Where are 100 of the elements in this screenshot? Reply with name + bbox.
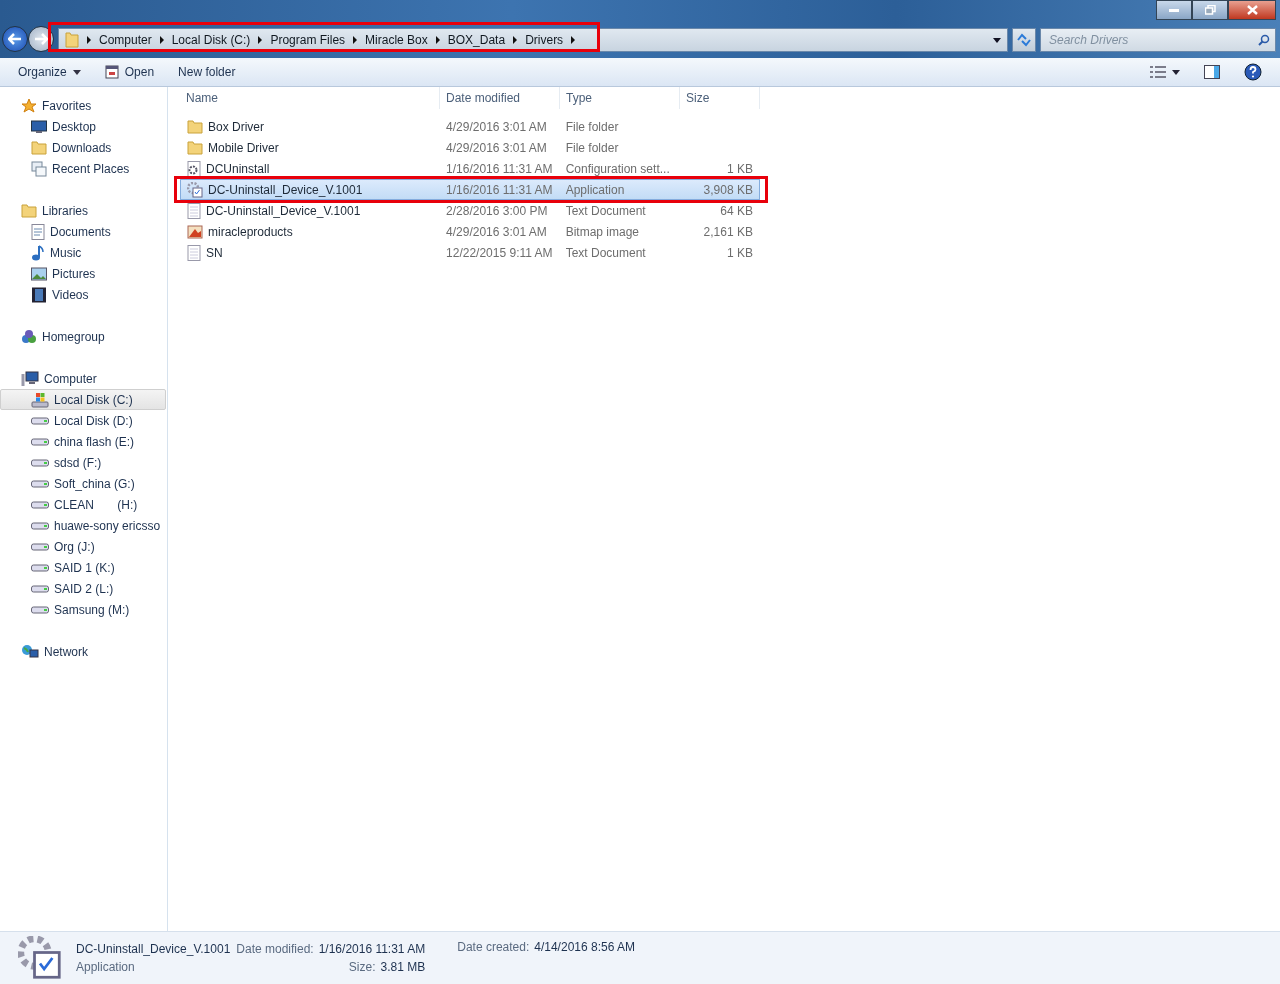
file-row[interactable]: Mobile Driver 4/29/2016 3:01 AM File folder bbox=[180, 137, 760, 158]
sidebar-item[interactable]: china flash (E:) bbox=[0, 431, 166, 452]
dropdown-icon[interactable] bbox=[993, 37, 1001, 43]
file-name: DCUninstall bbox=[181, 160, 441, 177]
file-name: miracleproducts bbox=[181, 223, 441, 240]
file-row[interactable]: DC-Uninstall_Device_V.1001 1/16/2016 11:31 AM Application 3,908 KB bbox=[180, 179, 760, 200]
field-value: 4/14/2016 8:56 AM bbox=[534, 940, 635, 954]
sidebar-item[interactable]: Documents bbox=[0, 221, 166, 242]
type-cell-text: Application bbox=[564, 182, 626, 197]
file-row[interactable]: Box Driver 4/29/2016 3:01 AM File folder bbox=[180, 116, 760, 137]
field-label: Date modified: bbox=[236, 942, 314, 956]
monitor-icon bbox=[31, 119, 47, 134]
breadcrumb-item[interactable]: Drivers bbox=[525, 33, 564, 47]
column-header[interactable]: Name bbox=[180, 87, 440, 109]
breadcrumb-item[interactable]: Local Disk (C:) bbox=[171, 33, 251, 47]
file-row[interactable]: miracleproducts 4/29/2016 3:01 AM Bitmap image 2,161 KB bbox=[180, 221, 760, 242]
date-cell-text: 4/29/2016 3:01 AM bbox=[445, 224, 548, 239]
music-note-icon bbox=[31, 244, 45, 261]
sidebar-item[interactable]: Music bbox=[0, 242, 166, 263]
folder-icon bbox=[187, 119, 203, 134]
file-name: SN bbox=[181, 244, 441, 261]
drive-icon bbox=[31, 521, 49, 530]
minimize-button[interactable] bbox=[1156, 0, 1192, 20]
sidebar-item[interactable]: Videos bbox=[0, 284, 166, 305]
address-bar[interactable]: Computer Local Disk (C:) Program Files Miracle Box BOX_Data Drivers bbox=[58, 28, 1008, 52]
drive-icon bbox=[31, 416, 49, 425]
restore-icon bbox=[1204, 5, 1216, 15]
text-file-icon bbox=[187, 244, 201, 261]
drive-icon bbox=[31, 584, 49, 593]
landscape-icon bbox=[31, 266, 47, 281]
sidebar-item[interactable]: Pictures bbox=[0, 263, 166, 284]
size-cell-text: 2,161 KB bbox=[702, 224, 754, 239]
column-header[interactable]: Size bbox=[680, 87, 760, 109]
right-arrow-icon bbox=[34, 33, 48, 45]
sidebar-item[interactable]: Desktop bbox=[0, 116, 166, 137]
sidebar-group[interactable]: Homegroup bbox=[0, 326, 166, 347]
restore-button[interactable] bbox=[1192, 0, 1228, 20]
drive-icon bbox=[31, 500, 49, 509]
sidebar-item[interactable]: CLEAN (H:) bbox=[0, 494, 166, 515]
left-arrow-icon bbox=[8, 33, 22, 45]
type-cell-text: Configuration sett... bbox=[564, 161, 671, 176]
drive-icon bbox=[31, 479, 49, 488]
file-name: DC-Uninstall_Device_V.1001 bbox=[181, 181, 441, 198]
drive-icon bbox=[31, 542, 49, 551]
sidebar-item[interactable]: Local Disk (C:) bbox=[0, 389, 166, 410]
sidebar-group[interactable]: Favorites bbox=[0, 95, 166, 116]
refresh-button[interactable] bbox=[1012, 28, 1036, 52]
sidebar-item[interactable]: SAID 1 (K:) bbox=[0, 557, 166, 578]
refresh-icon bbox=[1016, 33, 1032, 47]
field-label: Size: bbox=[348, 960, 376, 974]
breadcrumb-item[interactable]: BOX_Data bbox=[447, 33, 506, 47]
file-name: Mobile Driver bbox=[181, 140, 441, 155]
sidebar-group[interactable]: Libraries bbox=[0, 200, 166, 221]
file-row[interactable]: DC-Uninstall_Device_V.1001 2/28/2016 3:00 PM Text Document 64 KB bbox=[180, 200, 760, 221]
homegroup-icon bbox=[21, 328, 37, 345]
file-type: Application bbox=[76, 960, 136, 974]
sidebar-item[interactable]: Org (J:) bbox=[0, 536, 166, 557]
sidebar-item[interactable]: Local Disk (D:) bbox=[0, 410, 166, 431]
breadcrumb-item[interactable]: Miracle Box bbox=[365, 33, 428, 47]
field-value: 3.81 MB bbox=[380, 960, 426, 974]
drive-icon bbox=[31, 605, 49, 614]
back-button[interactable] bbox=[2, 26, 28, 52]
window-icon bbox=[104, 65, 119, 79]
sidebar-item[interactable]: Soft_china (G:) bbox=[0, 473, 166, 494]
breadcrumb-item[interactable]: Program Files bbox=[270, 33, 346, 47]
network-icon bbox=[21, 643, 39, 660]
gear-checklist-icon bbox=[18, 936, 62, 980]
close-button[interactable] bbox=[1228, 0, 1276, 20]
column-header[interactable]: Type bbox=[560, 87, 680, 109]
breadcrumb-item[interactable]: Computer bbox=[99, 33, 152, 47]
paint-icon bbox=[187, 223, 203, 240]
open-button[interactable]: Open bbox=[96, 63, 163, 81]
type-cell-text: Bitmap image bbox=[564, 224, 641, 239]
system-drive-icon bbox=[31, 391, 49, 408]
minimize-icon bbox=[1169, 8, 1179, 12]
sidebar-group[interactable]: Network bbox=[0, 641, 166, 662]
sidebar-group[interactable]: Computer bbox=[0, 368, 166, 389]
sidebar-item[interactable]: SAID 2 (L:) bbox=[0, 578, 166, 599]
new-folder-button[interactable]: New folder bbox=[170, 63, 244, 81]
file-row[interactable]: SN 12/22/2015 9:11 AM Text Document 1 KB bbox=[180, 242, 760, 263]
column-header[interactable]: Date modified bbox=[440, 87, 560, 109]
folder-icon bbox=[31, 140, 47, 155]
sidebar-item[interactable]: Recent Places bbox=[0, 158, 166, 179]
gear-checklist-icon bbox=[187, 181, 203, 198]
date-cell-text: 4/29/2016 3:01 AM bbox=[445, 119, 548, 134]
drive-icon bbox=[31, 563, 49, 572]
sidebar-item[interactable]: Samsung (M:) bbox=[0, 599, 166, 620]
film-icon bbox=[31, 286, 47, 303]
sidebar-item[interactable]: sdsd (F:) bbox=[0, 452, 166, 473]
size-cell-text: 3,908 KB bbox=[702, 182, 754, 197]
organize-menu[interactable]: Organize bbox=[10, 63, 89, 81]
star-icon bbox=[21, 97, 37, 114]
window-stack-icon bbox=[31, 160, 47, 177]
search-field[interactable]: Search Drivers bbox=[1040, 28, 1276, 52]
file-name: Box Driver bbox=[181, 119, 441, 134]
file-row[interactable]: DCUninstall 1/16/2016 11:31 AM Configuration sett... 1 KB bbox=[180, 158, 760, 179]
date-cell-text: 1/16/2016 11:31 AM bbox=[445, 161, 554, 176]
folder-icon bbox=[65, 32, 79, 48]
sidebar-item[interactable]: huawe-sony ericsso bbox=[0, 515, 166, 536]
sidebar-item[interactable]: Downloads bbox=[0, 137, 166, 158]
